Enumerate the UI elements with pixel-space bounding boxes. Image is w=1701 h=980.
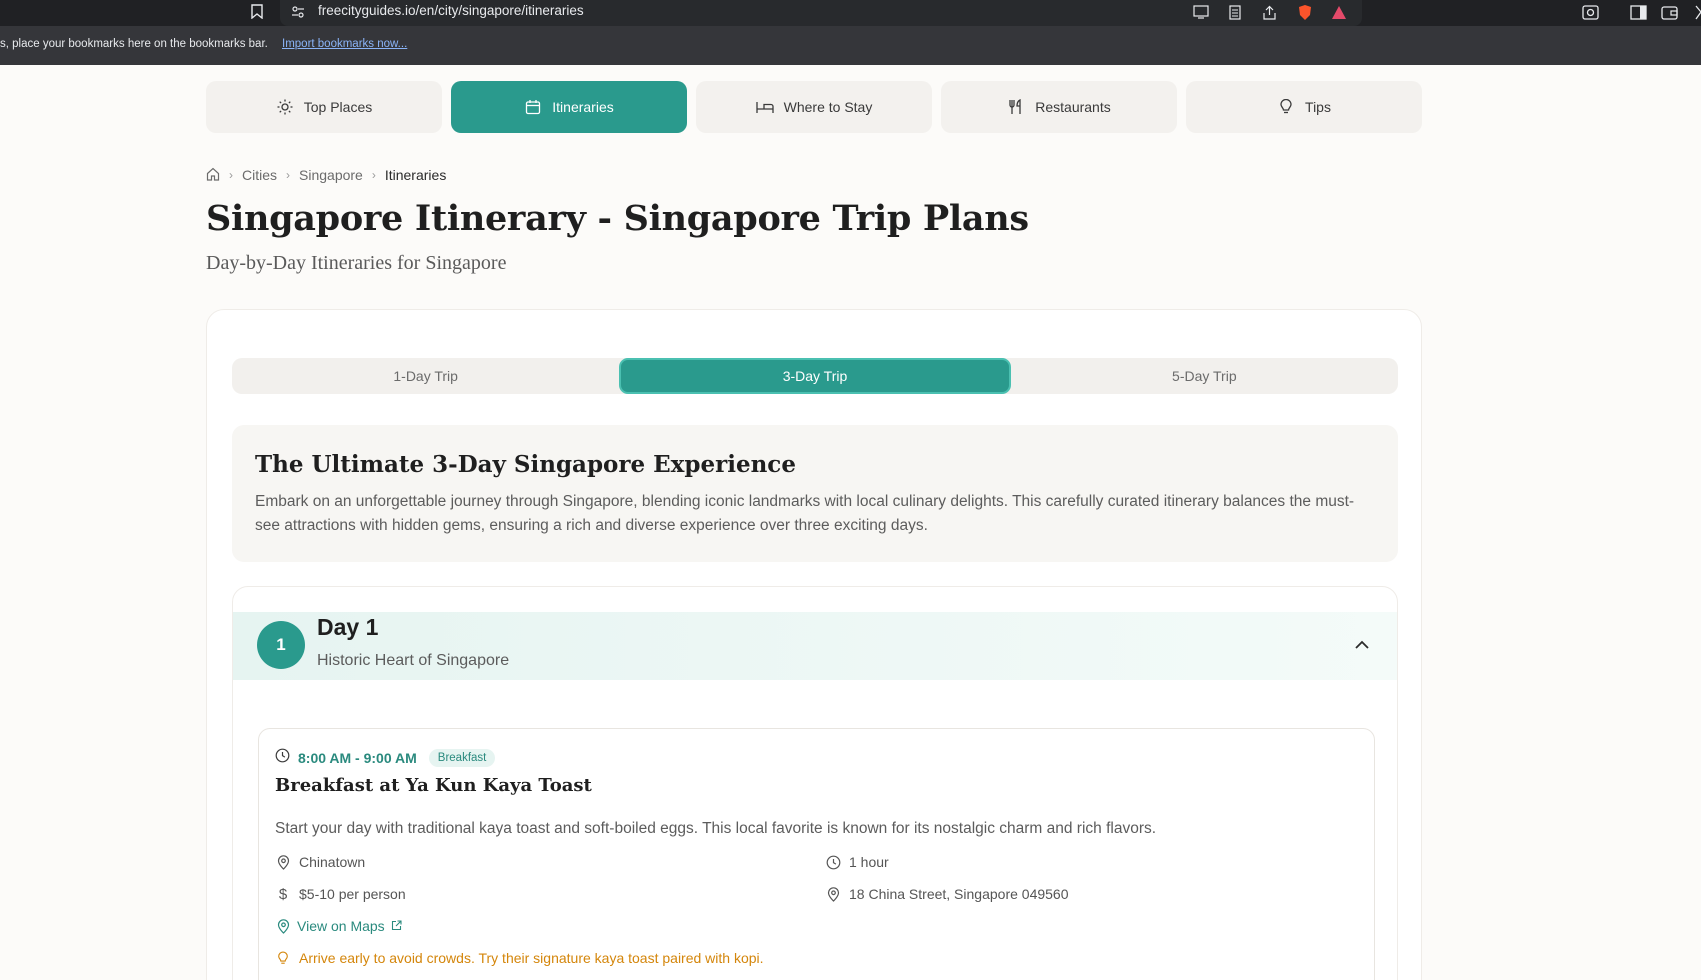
tab-itineraries[interactable]: Itineraries [451,81,687,133]
chevron-right-icon: › [371,168,376,182]
tab-top-places[interactable]: Top Places [206,81,442,133]
import-bookmarks-link[interactable]: Import bookmarks now... [282,38,407,50]
bookmark-icon[interactable] [248,1,266,21]
page-title: Singapore Itinerary - Singapore Trip Pla… [206,198,1029,239]
bookmarks-bar-hint: s, place your bookmarks here on the book… [0,38,268,50]
tab-label: Tips [1305,99,1331,115]
day-subtitle: Historic Heart of Singapore [317,652,510,669]
activity-category-badge: Breakfast [428,749,496,767]
intro-text: Embark on an unforgettable journey throu… [255,493,1355,534]
view-on-maps-link[interactable]: View on Maps [275,918,402,934]
activity-address: 18 China Street, Singapore 049560 [825,886,1069,902]
brave-shield-icon[interactable] [1296,3,1314,21]
clock-icon [825,854,841,870]
maps-link-text[interactable]: View on Maps [297,918,385,934]
map-pin-icon [275,918,291,934]
tab-restaurants[interactable]: Restaurants [941,81,1177,133]
leo-ai-icon[interactable] [1686,2,1701,22]
trip-length-selector: 1-Day Trip 3-Day Trip 5-Day Trip [232,358,1398,394]
tab-label: Where to Stay [783,99,873,115]
day-title: Day 1 [317,614,379,640]
lightbulb-icon [275,950,291,966]
tab-tips[interactable]: Tips [1186,81,1422,133]
calendar-icon [524,98,542,116]
address-text: 18 China Street, Singapore 049560 [849,886,1069,902]
itinerary-intro: The Ultimate 3-Day Singapore Experience … [232,425,1398,562]
wallet-icon[interactable] [1659,2,1679,22]
duration-text: 1 hour [849,854,889,870]
bed-icon [755,98,774,116]
address-bar[interactable]: freecityguides.io/en/city/singapore/itin… [280,0,1362,26]
activity-tip: Arrive early to avoid crowds. Try their … [275,950,764,966]
breadcrumb-singapore[interactable]: Singapore [299,167,363,183]
sun-icon [276,98,294,116]
tab-3-day-trip[interactable]: 3-Day Trip [619,358,1011,394]
external-link-icon [391,918,402,934]
intro-title: The Ultimate 3-Day Singapore Experience [255,451,796,478]
page-subtitle: Day-by-Day Itineraries for Singapore [206,252,507,274]
breadcrumb-itineraries: Itineraries [384,167,447,183]
tab-1-day-trip[interactable]: 1-Day Trip [232,358,619,394]
home-icon[interactable] [206,167,220,184]
reader-mode-icon[interactable] [1226,3,1244,21]
share-icon[interactable] [1260,3,1278,21]
chevron-right-icon: › [229,168,233,182]
chevron-up-icon[interactable] [1351,634,1373,656]
site-settings-icon[interactable] [290,4,306,20]
chevron-right-icon: › [286,168,291,182]
activity-duration: 1 hour [825,854,889,870]
utensils-icon [1007,98,1025,116]
browser-chrome: freecityguides.io/en/city/singapore/itin… [0,0,1701,65]
activity-card: 8:00 AM - 9:00 AM Breakfast Breakfast at… [258,728,1375,980]
tab-label: Itineraries [552,99,614,115]
cast-icon[interactable] [1192,3,1210,21]
tab-label: Top Places [303,99,373,115]
dollar-icon: $ [278,885,288,903]
url-text[interactable]: freecityguides.io/en/city/singapore/itin… [318,3,584,18]
tab-where-to-stay[interactable]: Where to Stay [696,81,932,133]
activity-time-row: 8:00 AM - 9:00 AM Breakfast [275,748,496,768]
lightbulb-icon [1277,98,1295,116]
activity-description: Start your day with traditional kaya toa… [275,820,1157,837]
tip-text: Arrive early to avoid crowds. Try their … [299,950,764,966]
sidebar-icon[interactable] [1628,2,1648,22]
brave-rewards-icon[interactable] [1330,3,1348,21]
screenshot-icon[interactable] [1580,2,1600,22]
clock-icon [275,748,290,768]
day-number-badge: 1 [257,621,305,669]
breadcrumb: › Cities › Singapore › Itineraries [206,166,446,184]
map-pin-icon [275,854,291,870]
price-text: $5-10 per person [299,886,406,902]
activity-price: $ $5-10 per person [275,885,406,903]
breadcrumb-cities[interactable]: Cities [242,167,277,183]
tab-5-day-trip[interactable]: 5-Day Trip [1011,358,1398,394]
map-pin-icon [825,886,841,902]
day-card: 1 Day 1 Historic Heart of Singapore 8:00… [232,586,1398,980]
tab-label: Restaurants [1035,99,1111,115]
activity-title: Breakfast at Ya Kun Kaya Toast [275,775,592,796]
itinerary-card: 1-Day Trip 3-Day Trip 5-Day Trip The Ult… [206,309,1422,980]
location-text: Chinatown [299,854,366,870]
day-header[interactable]: 1 Day 1 Historic Heart of Singapore [233,612,1397,680]
activity-time: 8:00 AM - 9:00 AM [298,750,417,766]
activity-location: Chinatown [275,854,365,870]
city-nav-tabs: Top Places Itineraries Where to Stay Res… [206,81,1422,133]
